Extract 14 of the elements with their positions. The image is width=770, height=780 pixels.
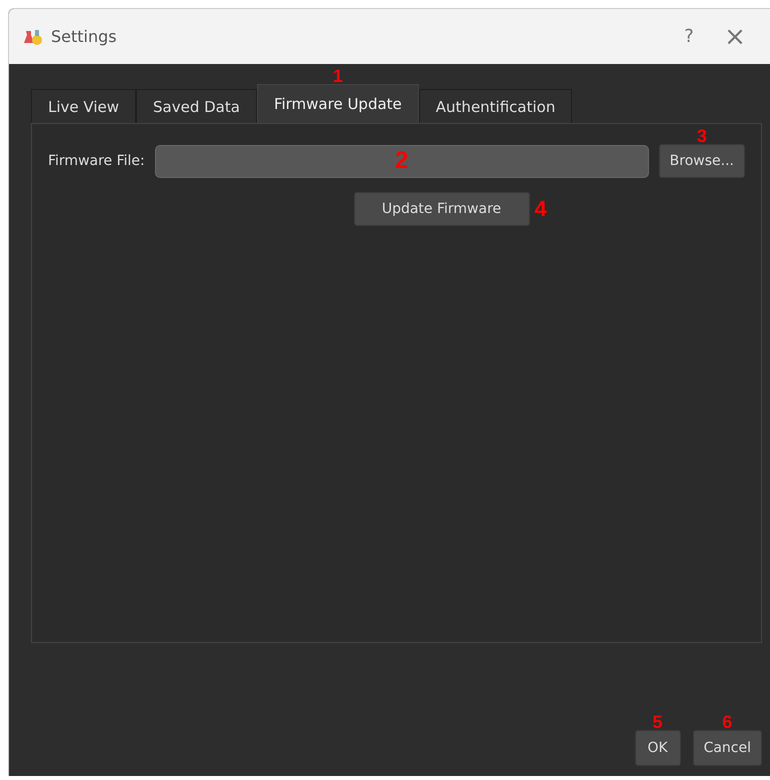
firmware-file-field[interactable] bbox=[154, 144, 649, 178]
field-label: Firmware File: bbox=[48, 153, 145, 169]
tab[interactable]: Saved Data bbox=[136, 89, 257, 123]
help-button[interactable]: ? bbox=[666, 16, 712, 56]
annotation-number: 6 bbox=[722, 713, 732, 731]
window-title: Settings bbox=[51, 27, 117, 46]
tab[interactable]: Live View bbox=[31, 89, 136, 123]
annotation-number: 5 bbox=[652, 713, 663, 731]
annotation-number: 1 bbox=[332, 67, 343, 85]
annotation-number: 4 bbox=[534, 198, 547, 220]
tab[interactable]: Authentification bbox=[418, 89, 572, 123]
annotation-number: 2 bbox=[395, 149, 408, 173]
annotation-number: 3 bbox=[696, 127, 707, 145]
close-button[interactable]: × bbox=[712, 16, 758, 56]
